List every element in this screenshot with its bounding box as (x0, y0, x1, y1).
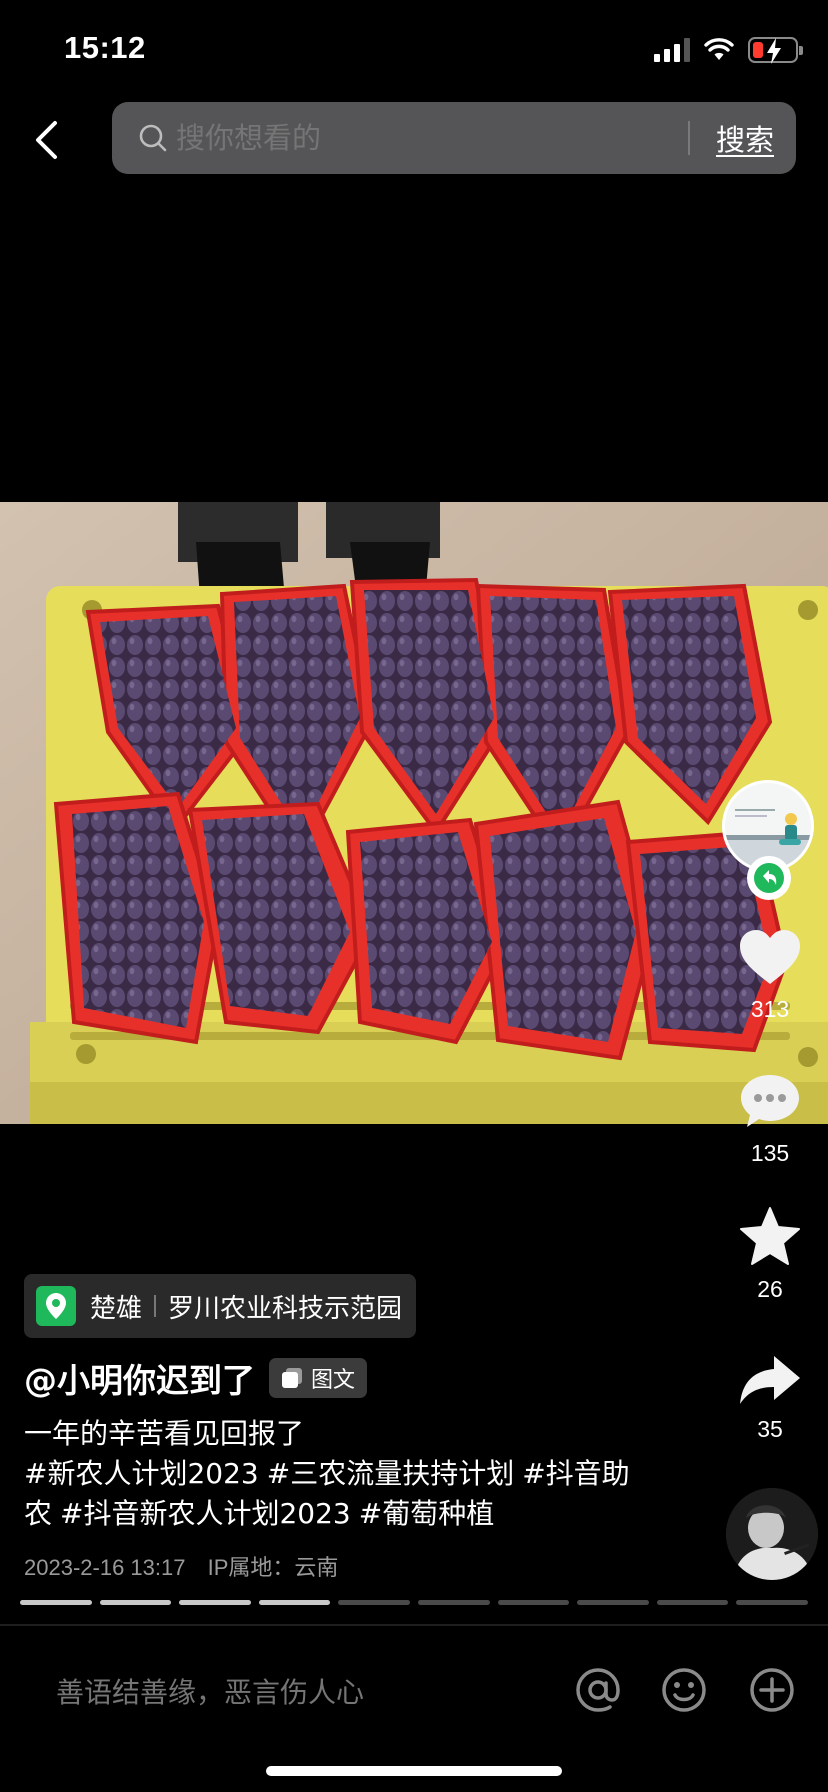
post-type-label: 图文 (311, 1368, 356, 1393)
search-input[interactable] (176, 121, 688, 155)
author-name[interactable]: @小明你迟到了 (24, 1354, 255, 1402)
image-text-icon (282, 1368, 302, 1388)
wifi-icon (704, 38, 734, 60)
favorite-action[interactable]: 26 (722, 1206, 818, 1303)
chevron-left-icon (36, 121, 57, 159)
hashtag[interactable]: #抖音新农人计划2023 (60, 1497, 351, 1530)
star-icon (740, 1207, 800, 1265)
at-mention-button[interactable] (572, 1664, 624, 1716)
cellular-signal-icon (654, 38, 690, 62)
progress-segment (656, 1600, 729, 1605)
status-icons (654, 34, 803, 66)
post-meta: 2023-2-16 13:17 IP属地：云南 (24, 1550, 338, 1582)
progress-segment (417, 1600, 490, 1605)
comment-icon (741, 1075, 799, 1127)
location-separator (154, 1295, 157, 1317)
follow-button[interactable] (747, 856, 791, 900)
post-image[interactable] (0, 502, 828, 1124)
image-progress-bar (20, 1600, 808, 1605)
at-icon (576, 1668, 620, 1712)
comment-input[interactable] (56, 1664, 516, 1720)
share-icon (740, 1356, 800, 1404)
progress-segment (577, 1600, 649, 1605)
like-count: 313 (750, 996, 790, 1022)
progress-segment (20, 1600, 92, 1605)
post-date: 2023-2-16 13:17 (24, 1555, 186, 1580)
music-cover-image (726, 1488, 818, 1580)
location-place: 罗川农业科技示范园 (168, 1293, 403, 1324)
progress-segment (179, 1600, 251, 1605)
ip-location: IP属地：云南 (207, 1555, 339, 1580)
share-action[interactable]: 35 (722, 1354, 818, 1443)
back-button[interactable] (24, 112, 68, 168)
progress-segment (497, 1600, 570, 1605)
hashtag[interactable]: #三农流量扶持计划 (267, 1457, 514, 1490)
location-pin-icon (36, 1286, 76, 1326)
battery-icon (748, 37, 803, 64)
like-action[interactable]: 313 (722, 928, 818, 1023)
progress-segment (258, 1600, 331, 1605)
search-button[interactable]: 搜索 (716, 117, 774, 159)
home-indicator[interactable] (266, 1766, 562, 1776)
location-city: 楚雄 (90, 1293, 143, 1324)
caption-text: 一年的辛苦看见回报了 (24, 1417, 305, 1450)
progress-segment (736, 1600, 808, 1605)
progress-segment (338, 1600, 410, 1605)
add-attachment-button[interactable] (746, 1664, 798, 1716)
post-type-badge: 图文 (269, 1358, 368, 1398)
add-icon (750, 1668, 794, 1712)
comment-count: 135 (750, 1140, 790, 1166)
author-row: @小明你迟到了 图文 (24, 1354, 368, 1402)
heart-icon (740, 930, 800, 984)
hashtag-list: #新农人计划2023 #三农流量扶持计划 #抖音助农 #抖音新农人计划2023 #葡萄种… (24, 1454, 664, 1534)
emoji-button[interactable] (658, 1664, 710, 1716)
hashtag[interactable]: #新农人计划2023 (24, 1457, 259, 1490)
comment-action[interactable]: 135 (722, 1072, 818, 1167)
search-bar[interactable]: 搜索 (112, 102, 796, 174)
follow-arrow-icon (754, 863, 784, 893)
grape-bunches-photo (0, 502, 828, 1124)
share-count: 35 (757, 1416, 783, 1442)
hashtag[interactable]: #葡萄种植 (359, 1497, 494, 1530)
location-chip[interactable]: 楚雄 罗川农业科技示范园 (24, 1274, 417, 1338)
status-time: 15:12 (64, 30, 146, 65)
search-divider (687, 121, 690, 155)
music-disc[interactable] (726, 1488, 818, 1580)
search-icon (139, 124, 167, 152)
favorite-count: 26 (757, 1276, 783, 1302)
post-caption: 一年的辛苦看见回报了 #新农人计划2023 #三农流量扶持计划 #抖音助农 #抖音新农… (24, 1414, 664, 1534)
divider (0, 1624, 828, 1626)
emoji-icon (662, 1668, 706, 1712)
progress-segment (99, 1600, 172, 1605)
